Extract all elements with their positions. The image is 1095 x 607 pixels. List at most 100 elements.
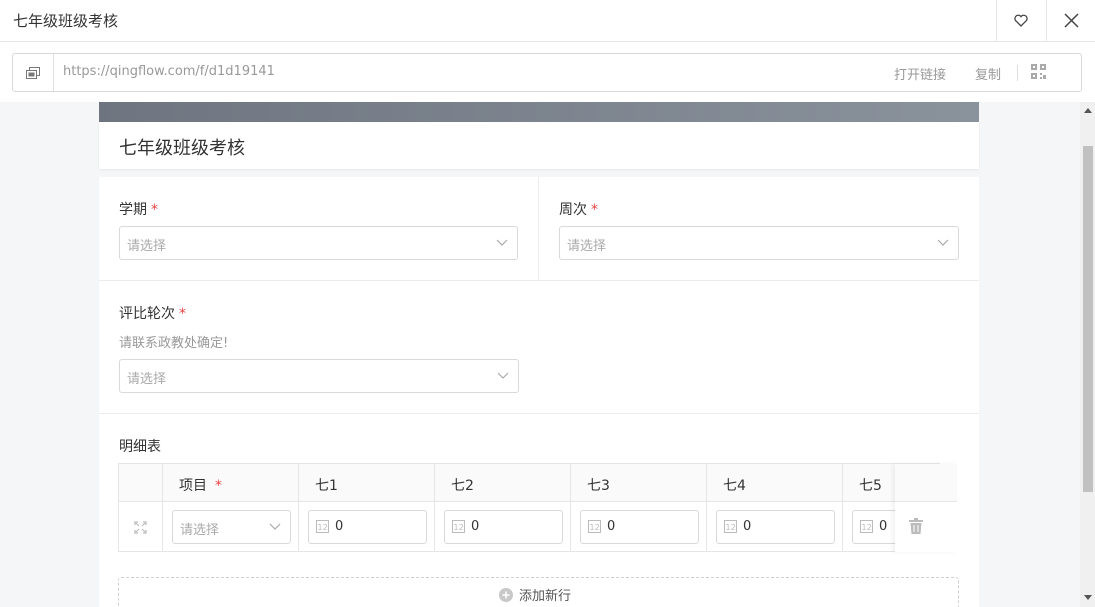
semester-label-text: 学期: [119, 202, 147, 218]
expand-icon: [134, 521, 147, 534]
number-value: 0: [607, 519, 616, 534]
chevron-down-icon: [497, 372, 509, 379]
week-label: 周次 *: [559, 199, 598, 219]
svg-text:123: 123: [454, 523, 466, 532]
column-label: 七2: [451, 478, 474, 494]
number-icon: 123: [860, 520, 873, 533]
table-header-col: 七2: [435, 464, 571, 502]
open-link-button[interactable]: 打开链接: [894, 64, 946, 83]
number-input[interactable]: 123 0: [716, 510, 835, 544]
svg-text:123: 123: [726, 523, 738, 532]
favorite-button[interactable]: [996, 0, 1045, 41]
table-header-index: [119, 464, 163, 502]
section-divider: [99, 280, 979, 281]
semester-label: 学期 *: [119, 199, 158, 219]
url-text[interactable]: https://qingflow.com/f/d1d19141: [63, 64, 275, 79]
url-box: https://qingflow.com/f/d1d19141 打开链接 复制: [12, 53, 1082, 92]
semester-placeholder: 请选择: [127, 239, 167, 254]
chevron-down-icon: [269, 523, 281, 530]
column-divider: [538, 177, 539, 280]
number-input[interactable]: 123 0: [444, 510, 563, 544]
required-mark: *: [179, 306, 186, 322]
scroll-thumb[interactable]: [1083, 146, 1093, 492]
add-row-label: 添加新行: [519, 589, 572, 604]
number-value: 0: [335, 519, 344, 534]
week-placeholder: 请选择: [567, 239, 607, 254]
window-copy-icon: [26, 66, 40, 79]
column-label: 七4: [723, 478, 746, 494]
semester-select[interactable]: 请选择: [119, 226, 518, 260]
round-label-text: 评比轮次: [119, 306, 175, 322]
number-value: 0: [743, 519, 752, 534]
close-button[interactable]: [1046, 0, 1095, 41]
table-header-col: 七1: [299, 464, 435, 502]
number-cell: 123 0: [707, 502, 843, 552]
svg-text:123: 123: [862, 523, 874, 532]
divider: [1017, 65, 1018, 81]
column-label: 七3: [587, 478, 610, 494]
number-cell: 123 0: [571, 502, 707, 552]
round-label: 评比轮次 *: [119, 303, 186, 323]
row-actions-column: [895, 464, 957, 552]
add-row-button[interactable]: 添加新行: [118, 577, 959, 607]
qr-code-button[interactable]: [1031, 64, 1046, 83]
column-label: 项目: [179, 478, 207, 494]
plus-circle-icon: [499, 587, 513, 602]
section-divider: [99, 413, 979, 414]
svg-text:123: 123: [318, 523, 330, 532]
number-input[interactable]: 123 0: [308, 510, 427, 544]
table-header-col: 七3: [571, 464, 707, 502]
number-icon: 123: [452, 520, 465, 533]
number-cell: 123 0: [435, 502, 571, 552]
detail-table: 项目 * 七1 七2 七3 七4 七5 请选择 123 0 123 0: [118, 463, 957, 552]
number-cell: 123 0: [843, 502, 903, 552]
vertical-scrollbar[interactable]: [1080, 102, 1095, 607]
window-title: 七年级班级考核: [13, 12, 119, 30]
close-icon: [1063, 13, 1079, 28]
column-label: 七1: [315, 478, 338, 494]
qr-code-icon: [1031, 64, 1046, 79]
window-titlebar: 七年级班级考核: [0, 0, 1095, 42]
round-hint: 请联系政教处确定!: [119, 336, 229, 351]
table-header-col: 七5: [843, 464, 903, 502]
trash-icon: [909, 518, 923, 534]
detail-label: 明细表: [119, 439, 161, 455]
add-row-content: 添加新行: [499, 585, 571, 604]
number-value: 0: [879, 519, 888, 534]
required-mark: *: [151, 202, 158, 218]
required-mark: *: [215, 478, 222, 494]
number-cell: 123 0: [299, 502, 435, 552]
item-select[interactable]: 请选择: [172, 510, 291, 544]
svg-text:123: 123: [590, 523, 602, 532]
scroll-down-arrow[interactable]: [1084, 595, 1092, 600]
round-select[interactable]: 请选择: [119, 359, 519, 393]
form-title: 七年级班级考核: [119, 138, 245, 159]
item-placeholder: 请选择: [180, 523, 220, 538]
item-cell: 请选择: [163, 502, 299, 552]
scroll-up-arrow[interactable]: [1084, 108, 1092, 113]
expand-row-cell[interactable]: [119, 502, 163, 552]
copy-button[interactable]: 复制: [975, 64, 1001, 83]
row-actions-header: [895, 464, 957, 502]
chevron-down-icon: [496, 239, 508, 246]
round-placeholder: 请选择: [127, 372, 167, 387]
form-banner: [99, 102, 979, 122]
table-header-item: 项目 *: [163, 464, 299, 502]
form-header: 七年级班级考核: [99, 122, 979, 169]
link-icon-box: [13, 54, 54, 91]
number-icon: 123: [588, 520, 601, 533]
share-link-bar: https://qingflow.com/f/d1d19141 打开链接 复制: [0, 42, 1095, 102]
column-label: 七5: [859, 478, 882, 494]
chevron-down-icon: [937, 239, 949, 246]
table-header-col: 七4: [707, 464, 843, 502]
form-body: 学期 * 请选择 周次 * 请选择 评比轮次 * 请联系政教处确定! 请选择 明细表 …: [99, 177, 979, 607]
week-label-text: 周次: [559, 202, 587, 218]
number-input[interactable]: 123 0: [580, 510, 699, 544]
number-icon: 123: [316, 520, 329, 533]
delete-row-button[interactable]: [909, 518, 925, 536]
number-icon: 123: [724, 520, 737, 533]
number-value: 0: [471, 519, 480, 534]
heart-icon: [1014, 14, 1028, 27]
week-select[interactable]: 请选择: [559, 226, 959, 260]
required-mark: *: [591, 202, 598, 218]
